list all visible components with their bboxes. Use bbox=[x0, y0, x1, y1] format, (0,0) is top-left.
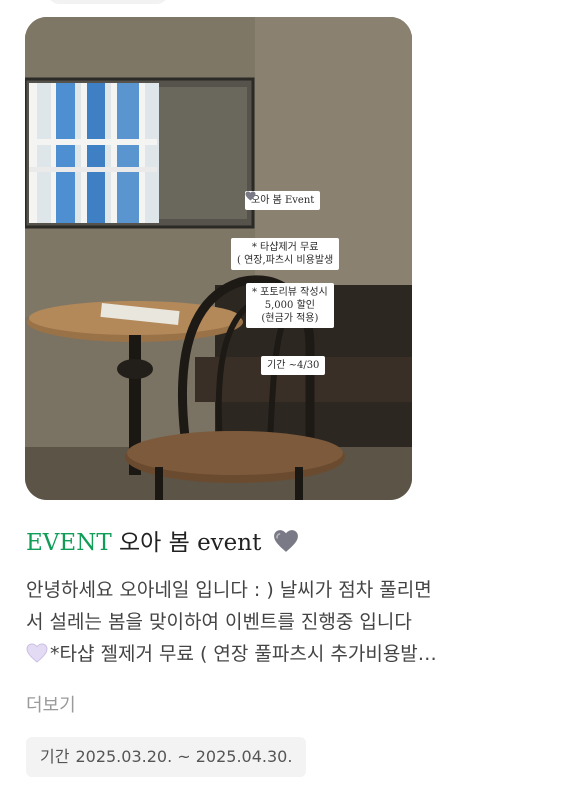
image-tag-offer1: * 타샵제거 무료 ( 연장,파츠시 비용발생 bbox=[231, 238, 340, 270]
image-tag-headline-text: 오아 봄 Event bbox=[251, 195, 315, 206]
previous-card-edge bbox=[48, 0, 168, 4]
title-text: 오아 봄 event bbox=[118, 530, 262, 556]
image-tag-period: 기간 ~4/30 bbox=[261, 356, 326, 375]
offer1-line1: * 타샵제거 무료 bbox=[251, 242, 319, 253]
cafe-photo bbox=[25, 17, 412, 500]
description-line3-row: *타샵 젤제거 무료 ( 연장 풀파츠시 추가비용발… bbox=[26, 638, 556, 670]
post-title[interactable]: EVENT 오아 봄 event bbox=[26, 526, 299, 560]
offer1-line2: ( 연장,파츠시 비용발생 bbox=[237, 255, 334, 266]
offer2-line3: (현금가 적용) bbox=[261, 313, 319, 324]
more-link[interactable]: 더보기 bbox=[26, 692, 76, 720]
image-tag-headline: 오아 봄 Event bbox=[245, 191, 321, 210]
event-page: 오아 봄 Event * 타샵제거 무료 ( 연장,파츠시 비용발생 * 포토리… bbox=[0, 0, 580, 791]
heart-icon bbox=[245, 191, 256, 201]
description-line3: *타샵 젤제거 무료 ( 연장 풀파츠시 추가비용발… bbox=[50, 643, 437, 665]
offer2-line2: 5,000 할인 bbox=[264, 300, 315, 311]
event-image[interactable]: 오아 봄 Event * 타샵제거 무료 ( 연장,파츠시 비용발생 * 포토리… bbox=[25, 17, 412, 500]
period-label: 기간 bbox=[40, 747, 70, 766]
image-tag-period-text: 기간 ~4/30 bbox=[267, 360, 320, 371]
post-description: 안녕하세요 오아네일 입니다 : ) 날씨가 점차 풀리면 서 설레는 봄을 맞… bbox=[26, 574, 556, 670]
heart-icon bbox=[273, 530, 298, 552]
offer2-line1: * 포토리뷰 작성시 bbox=[252, 287, 328, 298]
title-accent: EVENT bbox=[26, 530, 112, 556]
period-value: 2025.03.20. ~ 2025.04.30. bbox=[75, 747, 293, 766]
image-tag-offer2: * 포토리뷰 작성시 5,000 할인 (현금가 적용) bbox=[246, 283, 334, 328]
description-line2: 서 설레는 봄을 맞이하여 이벤트를 진행중 입니다 bbox=[26, 611, 412, 633]
event-period-badge: 기간 2025.03.20. ~ 2025.04.30. bbox=[26, 737, 307, 777]
description-line1: 안녕하세요 오아네일 입니다 : ) 날씨가 점차 풀리면 bbox=[26, 579, 432, 601]
lavender-heart-icon bbox=[26, 643, 48, 663]
